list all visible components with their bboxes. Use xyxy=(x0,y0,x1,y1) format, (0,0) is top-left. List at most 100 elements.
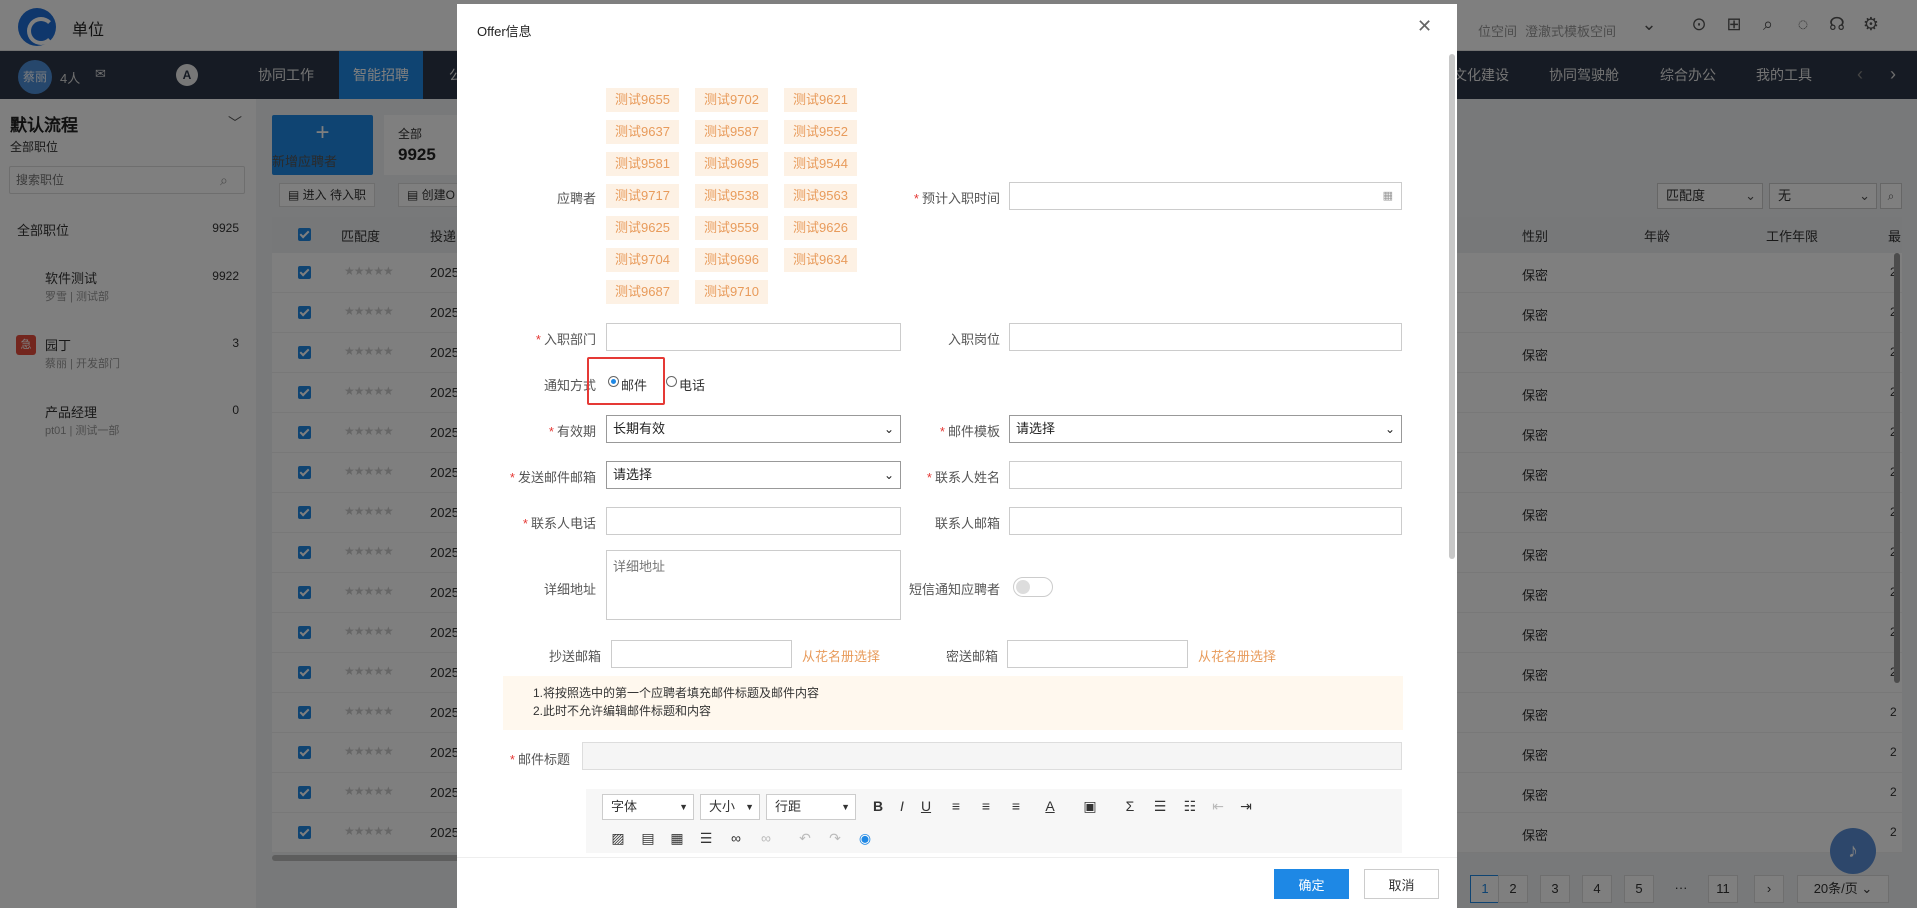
confirm-button[interactable]: 确定 xyxy=(1274,869,1349,899)
notify-phone-label[interactable]: 电话 xyxy=(679,375,705,394)
validity-text: 有效期 xyxy=(556,424,596,439)
dept-label: * 入职部门 xyxy=(535,332,596,347)
image-icon[interactable]: ▨ xyxy=(608,830,628,847)
font-select-value: 字体 xyxy=(611,799,638,814)
contact-email-input[interactable] xyxy=(1009,507,1402,535)
cc-label: 抄送邮箱 xyxy=(548,649,601,664)
line-height-select[interactable]: 行距 ▼ xyxy=(766,794,856,820)
align-left-icon[interactable]: ≡ xyxy=(946,798,966,814)
address-textarea[interactable] xyxy=(606,550,901,620)
applicant-tag[interactable]: 测试9544 xyxy=(784,152,857,176)
preview-icon[interactable]: ◉ xyxy=(855,830,875,847)
sms-label: 短信通知应聘者 xyxy=(908,582,1000,597)
align-center-icon[interactable]: ≡ xyxy=(976,798,996,814)
bcc-label: 密送邮箱 xyxy=(945,649,998,664)
chevron-down-icon: ▼ xyxy=(841,802,850,812)
dept-text: 入职部门 xyxy=(543,332,596,347)
applicant-tag[interactable]: 测试9702 xyxy=(695,88,768,112)
applicant-tag[interactable]: 测试9704 xyxy=(606,248,679,272)
table-icon[interactable]: ▦ xyxy=(667,830,687,847)
underline-icon[interactable]: U xyxy=(916,798,936,814)
contact-phone-text: 联系人电话 xyxy=(530,516,596,531)
rich-text-toolbar: 字体 ▼ 大小 ▼ 行距 ▼ B I U ≡ ≡ ≡ A ▣ Σ ☰ ☷ ⇤ ⇥ ▨ … xyxy=(586,789,1402,853)
sender-label: * 发送邮件邮箱 xyxy=(509,470,596,485)
indent-icon[interactable]: ⇥ xyxy=(1236,798,1256,815)
template-label: * 邮件模板 xyxy=(939,424,1000,439)
size-select-value: 大小 xyxy=(709,799,736,814)
contact-name-text: 联系人姓名 xyxy=(934,470,1000,485)
modal-title: Offer信息 xyxy=(477,24,532,39)
sender-value: 请选择 xyxy=(613,467,653,482)
applicant-tag[interactable]: 测试9634 xyxy=(784,248,857,272)
applicant-tag[interactable]: 测试9563 xyxy=(784,184,857,208)
sender-select[interactable]: 请选择 ⌄ xyxy=(606,461,901,489)
chevron-down-icon: ▼ xyxy=(679,802,688,812)
highlight-box xyxy=(587,357,665,405)
bcc-pick-link[interactable]: 从花名册选择 xyxy=(1198,646,1276,665)
applicant-tag[interactable]: 测试9587 xyxy=(695,120,768,144)
cc-pick-link[interactable]: 从花名册选择 xyxy=(802,646,880,665)
bcc-input[interactable] xyxy=(1007,640,1188,668)
font-select[interactable]: 字体 ▼ xyxy=(602,794,694,820)
applicant-tag[interactable]: 测试9538 xyxy=(695,184,768,208)
contact-phone-input[interactable] xyxy=(606,507,901,535)
applicant-tag[interactable]: 测试9695 xyxy=(695,152,768,176)
applicant-tag[interactable]: 测试9655 xyxy=(606,88,679,112)
dept-input[interactable] xyxy=(606,323,901,351)
notify-label: 通知方式 xyxy=(543,378,596,393)
applicant-tag[interactable]: 测试9637 xyxy=(606,120,679,144)
expected-date-input[interactable]: ▦ xyxy=(1009,182,1402,210)
applicant-tag[interactable]: 测试9552 xyxy=(784,120,857,144)
line-height-value: 行距 xyxy=(775,799,802,814)
contact-email-label: 联系人邮箱 xyxy=(934,516,1000,531)
modal-footer: 确定 取消 xyxy=(457,857,1457,908)
contact-name-label: * 联系人姓名 xyxy=(926,470,1000,485)
italic-icon[interactable]: I xyxy=(892,798,912,814)
size-select[interactable]: 大小 ▼ xyxy=(700,794,760,820)
subject-text: 邮件标题 xyxy=(517,752,570,767)
expected-date-label: * 预计入职时间 xyxy=(913,191,1000,206)
applicant-tag[interactable]: 测试9581 xyxy=(606,152,679,176)
notify-phone-radio[interactable] xyxy=(666,376,677,387)
cancel-button[interactable]: 取消 xyxy=(1364,869,1439,899)
outdent-icon[interactable]: ⇤ xyxy=(1208,798,1228,815)
applicant-tag[interactable]: 测试9687 xyxy=(606,280,679,304)
link-icon[interactable]: ∞ xyxy=(726,830,746,846)
post-input[interactable] xyxy=(1009,323,1402,351)
calendar-icon[interactable]: ▦ xyxy=(1383,189,1393,202)
app-root: 单位 位空间 澄澈式模板空间 ⌄ ⊙ ⊞ ⌕ ◌ ☊ ⚙ 蔡丽 4人 ✉ A 协… xyxy=(0,0,1917,908)
file-icon[interactable]: ▤ xyxy=(638,830,658,847)
bullet-list-icon[interactable]: ☷ xyxy=(1180,798,1200,815)
sms-toggle[interactable] xyxy=(1013,577,1053,597)
applicant-label: 应聘者 xyxy=(556,191,596,206)
applicant-tag[interactable]: 测试9559 xyxy=(695,216,768,240)
horizontal-rule-icon[interactable]: ☰ xyxy=(696,830,716,847)
applicant-tag[interactable]: 测试9626 xyxy=(784,216,857,240)
modal-scrollbar[interactable] xyxy=(1449,54,1455,559)
redo-icon[interactable]: ↷ xyxy=(825,830,845,847)
applicant-tag[interactable]: 测试9717 xyxy=(606,184,679,208)
close-icon[interactable]: ✕ xyxy=(1417,16,1432,37)
template-value: 请选择 xyxy=(1016,421,1056,436)
contact-name-input[interactable] xyxy=(1009,461,1402,489)
highlight-color-icon[interactable]: ▣ xyxy=(1080,798,1100,815)
unlink-icon[interactable]: ∞ xyxy=(756,830,776,846)
ordered-list-icon[interactable]: ☰ xyxy=(1150,798,1170,815)
undo-icon[interactable]: ↶ xyxy=(795,830,815,847)
align-right-icon[interactable]: ≡ xyxy=(1006,798,1026,814)
applicant-tag[interactable]: 测试9625 xyxy=(606,216,679,240)
subject-input[interactable] xyxy=(582,742,1402,770)
chevron-down-icon: ⌄ xyxy=(883,422,894,436)
formula-icon[interactable]: Σ xyxy=(1120,798,1140,814)
applicant-tag[interactable]: 测试9710 xyxy=(695,280,768,304)
template-text: 邮件模板 xyxy=(947,424,1000,439)
expected-date-text: 预计入职时间 xyxy=(921,191,1000,206)
applicant-tag[interactable]: 测试9621 xyxy=(784,88,857,112)
cc-input[interactable] xyxy=(611,640,792,668)
applicant-tag[interactable]: 测试9696 xyxy=(695,248,768,272)
address-label: 详细地址 xyxy=(543,582,596,597)
validity-select[interactable]: 长期有效 ⌄ xyxy=(606,415,901,443)
font-color-icon[interactable]: A xyxy=(1040,798,1060,814)
bold-icon[interactable]: B xyxy=(868,798,888,814)
template-select[interactable]: 请选择 ⌄ xyxy=(1009,415,1402,443)
